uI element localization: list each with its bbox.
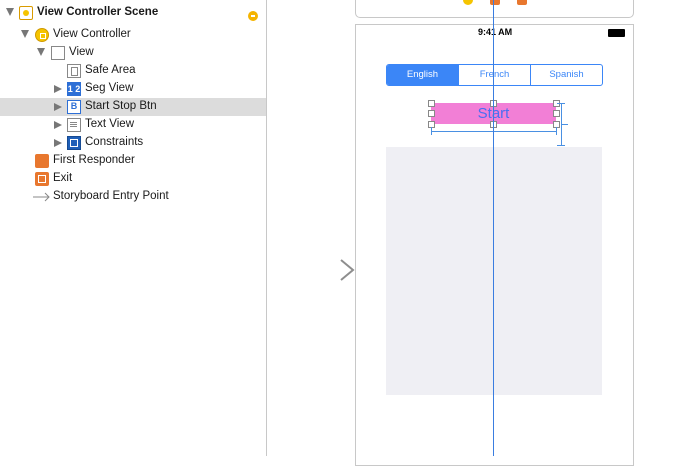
outline-label: Exit (53, 172, 73, 184)
exit-icon (35, 172, 49, 186)
outline-row-seg-view[interactable]: 1 2 Seg View (0, 80, 266, 98)
outline-row-start-stop-btn[interactable]: B Start Stop Btn (0, 98, 266, 116)
segmented-control-icon: 1 2 (67, 82, 81, 96)
outline-label: Storyboard Entry Point (53, 190, 169, 202)
scene-badge-icon (248, 11, 258, 21)
outline-label: Seg View (85, 82, 134, 94)
outline-row-constraints[interactable]: Constraints (0, 134, 266, 152)
outline-label: Start Stop Btn (85, 100, 157, 112)
scene-dock[interactable] (355, 0, 634, 18)
disclosure-triangle-icon[interactable] (54, 120, 62, 129)
resize-handle[interactable] (428, 110, 435, 117)
safe-area-icon (67, 64, 81, 78)
button-icon: B (67, 100, 81, 114)
first-responder-icon (35, 154, 49, 168)
disclosure-triangle-icon[interactable] (54, 138, 62, 147)
constraints-icon (67, 136, 81, 150)
disclosure-triangle-icon[interactable] (21, 30, 29, 38)
segment-french[interactable]: French (458, 65, 530, 85)
constraint-tick (562, 124, 568, 125)
outline-label: View (69, 46, 94, 58)
document-outline: View Controller Scene View Controller Vi… (0, 0, 267, 456)
outline-row-view-controller[interactable]: View Controller (0, 26, 266, 44)
view-controller-icon (35, 28, 49, 42)
outline-row-text-view[interactable]: Text View (0, 116, 266, 134)
outline-row-first-responder[interactable]: First Responder (0, 152, 266, 170)
outline-row-exit[interactable]: Exit (0, 170, 266, 188)
constraint-tick (557, 103, 565, 104)
outline-row-safe-area[interactable]: Safe Area (0, 62, 266, 80)
segmented-control[interactable]: English French Spanish (386, 64, 603, 86)
outline-row-view[interactable]: View (0, 44, 266, 62)
battery-icon (608, 29, 625, 37)
entry-point-arrow-icon (33, 192, 50, 202)
text-view[interactable] (386, 147, 602, 395)
outline-row-scene[interactable]: View Controller Scene (0, 4, 266, 22)
outline-label: View Controller (53, 28, 131, 40)
view-icon (51, 46, 65, 60)
segment-english[interactable]: English (387, 65, 458, 85)
disclosure-triangle-icon[interactable] (6, 8, 14, 16)
outline-label: First Responder (53, 154, 135, 166)
constraint-tick (431, 127, 432, 135)
constraint-tick (556, 127, 557, 135)
center-alignment-guide (493, 0, 494, 456)
text-view-icon (67, 118, 81, 132)
disclosure-triangle-icon[interactable] (37, 48, 45, 56)
status-bar-time: 9:41 AM (478, 27, 513, 37)
outline-row-storyboard-entry-point[interactable]: Storyboard Entry Point (0, 188, 266, 206)
outline-label: Constraints (85, 136, 144, 148)
segment-spanish[interactable]: Spanish (530, 65, 602, 85)
outline-label: Text View (85, 118, 135, 130)
disclosure-triangle-icon[interactable] (54, 84, 62, 93)
disclosure-triangle-icon[interactable] (54, 102, 62, 111)
outline-label: View Controller Scene (37, 6, 159, 18)
exit-icon[interactable] (517, 0, 527, 5)
resize-handle[interactable] (428, 100, 435, 107)
storyboard-entry-arrow-icon[interactable] (283, 258, 355, 282)
view-controller-icon[interactable] (463, 0, 473, 5)
constraint-tick (557, 145, 565, 146)
resize-handle[interactable] (553, 110, 560, 117)
outline-label: Safe Area (85, 64, 136, 76)
scene-icon (19, 6, 33, 20)
first-responder-icon[interactable] (490, 0, 500, 5)
